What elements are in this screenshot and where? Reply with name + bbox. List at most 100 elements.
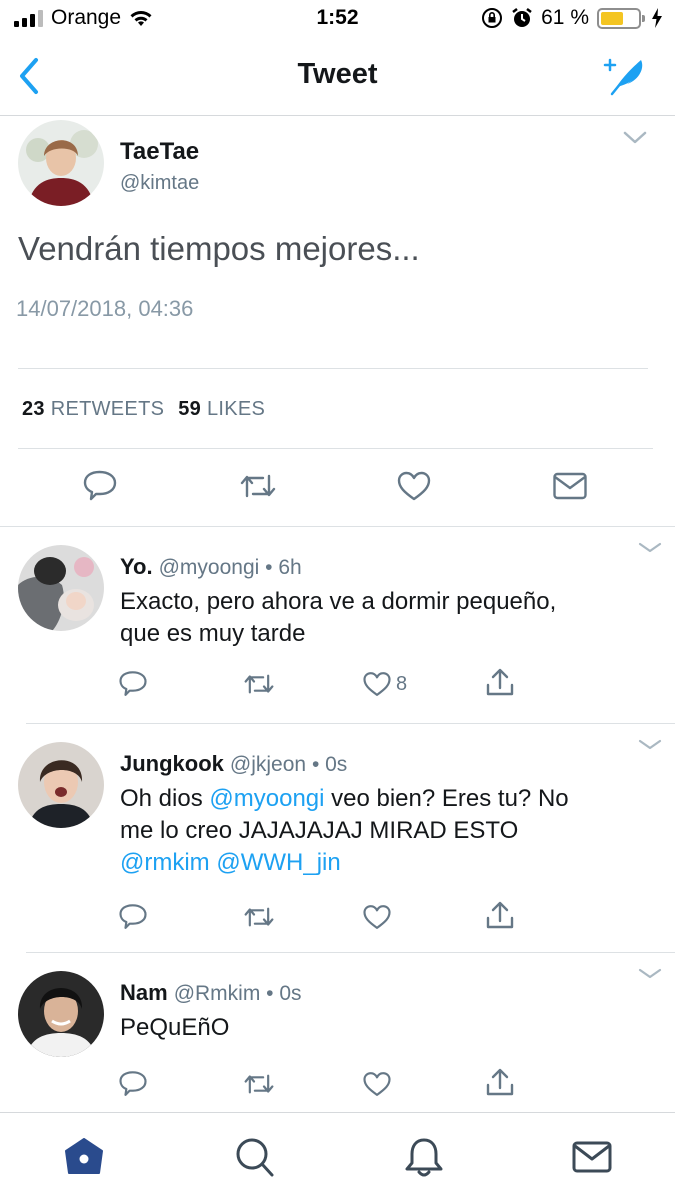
tweet-timestamp: 14/07/2018, 04:36 xyxy=(16,296,194,321)
share-button[interactable] xyxy=(484,667,516,699)
divider xyxy=(18,448,653,449)
reply-header: Nam @Rmkim • 0s xyxy=(120,980,302,1006)
status-bar-right: 61 % xyxy=(481,6,663,30)
home-icon[interactable] xyxy=(62,1135,106,1179)
share-button[interactable] xyxy=(484,1067,516,1099)
reply-text-line: me lo creo JAJAJAJAJ MIRAD ESTO xyxy=(120,817,519,844)
chevron-down-icon[interactable] xyxy=(622,130,648,146)
avatar[interactable] xyxy=(18,545,104,631)
reply-text-line: Exacto, pero ahora ve a dormir pequeño, xyxy=(120,588,557,615)
share-button[interactable] xyxy=(484,900,516,932)
share-icon xyxy=(486,901,514,929)
reply-text-line: PeQuEñO xyxy=(120,1014,230,1041)
envelope-icon xyxy=(553,472,587,500)
like-button[interactable] xyxy=(362,1069,396,1099)
like-button[interactable] xyxy=(396,468,432,504)
avatar-image xyxy=(18,742,104,828)
avatar-image xyxy=(18,545,104,631)
author-name[interactable]: Nam xyxy=(120,980,168,1005)
author-handle[interactable]: @Rmkim xyxy=(174,982,261,1005)
retweet-icon xyxy=(244,1074,274,1094)
notifications-bell-icon[interactable] xyxy=(402,1135,446,1179)
retweet-button[interactable] xyxy=(238,468,278,504)
reply-button[interactable] xyxy=(118,669,148,699)
retweets-count[interactable]: 23 xyxy=(22,398,45,420)
likes-label[interactable]: LIKES xyxy=(207,398,265,420)
retweet-icon xyxy=(244,674,274,694)
reply-header: Yo. @myoongi • 6h xyxy=(120,554,302,580)
author-handle[interactable]: @jkjeon xyxy=(230,753,306,776)
reply-time: • 6h xyxy=(265,556,302,579)
reply-text: Oh dios @myoongi veo bien? Eres tu? No m… xyxy=(120,783,640,879)
author-name[interactable]: Jungkook xyxy=(120,751,224,776)
avatar[interactable] xyxy=(18,742,104,828)
like-count: 8 xyxy=(396,672,408,695)
reply-button[interactable] xyxy=(118,1069,148,1099)
mention-link[interactable]: @WWH_jin xyxy=(216,849,340,876)
status-bar: Orange 1:52 61 % xyxy=(0,0,675,40)
chevron-down-icon[interactable] xyxy=(637,738,663,754)
avatar-image xyxy=(18,971,104,1057)
reply-text: Exacto, pero ahora ve a dormir pequeño, … xyxy=(120,586,640,650)
messages-envelope-icon[interactable] xyxy=(570,1135,614,1179)
rotation-lock-icon xyxy=(482,8,503,28)
retweets-label[interactable]: RETWEETS xyxy=(51,398,165,420)
chevron-down-icon[interactable] xyxy=(637,967,663,983)
like-button[interactable]: 8 xyxy=(362,669,407,699)
tweet-text: Vendrán tiempos mejores... xyxy=(18,230,420,267)
reply-bubble-icon xyxy=(119,671,147,696)
retweet-icon xyxy=(244,907,274,927)
tweet-stats: 23 RETWEETS 59 LIKES xyxy=(22,398,265,421)
likes-count[interactable]: 59 xyxy=(178,398,201,420)
reply-text-line: Oh dios @myoongi veo bien? Eres tu? No xyxy=(120,783,640,815)
author-name[interactable]: Yo. xyxy=(120,554,153,579)
chevron-down-icon[interactable] xyxy=(637,541,663,557)
share-icon xyxy=(486,1068,514,1096)
battery-fill xyxy=(601,11,623,25)
heart-icon xyxy=(397,471,431,501)
share-dm-button[interactable] xyxy=(552,470,588,502)
battery-percent: 61 % xyxy=(541,6,589,29)
heart-icon xyxy=(363,905,391,929)
mention-link[interactable]: @myoongi xyxy=(209,785,324,812)
page-title: Tweet xyxy=(297,58,378,90)
retweet-button[interactable] xyxy=(242,902,276,932)
divider xyxy=(26,723,675,724)
heart-icon xyxy=(363,1072,391,1096)
like-button[interactable] xyxy=(362,902,396,932)
reply-text-fragment: veo bien? Eres tu? No xyxy=(324,785,569,812)
author-handle[interactable]: @kimtae xyxy=(120,172,199,195)
reply-text: PeQuEñO xyxy=(120,1012,640,1044)
divider xyxy=(26,952,675,953)
reply-bubble-icon xyxy=(119,904,147,929)
section-divider xyxy=(0,526,675,527)
reply-text-line: @rmkim @WWH_jin xyxy=(120,847,640,879)
reply-button[interactable] xyxy=(118,902,148,932)
nav-bar: Tweet xyxy=(0,40,675,116)
reply-bubble-icon xyxy=(119,1071,147,1096)
avatar[interactable] xyxy=(18,120,104,206)
tab-bar xyxy=(0,1112,675,1200)
avatar-image xyxy=(18,120,104,206)
reply-header: Jungkook @jkjeon • 0s xyxy=(120,751,347,777)
reply-text-line: que es muy tarde xyxy=(120,620,306,647)
divider xyxy=(18,368,648,369)
reply-time: • 0s xyxy=(266,982,302,1005)
retweet-icon xyxy=(240,474,276,498)
reply-button[interactable] xyxy=(82,468,118,504)
search-icon[interactable] xyxy=(232,1135,276,1179)
heart-icon xyxy=(363,672,391,696)
share-icon xyxy=(486,668,514,696)
mention-link[interactable]: @rmkim xyxy=(120,849,210,876)
compose-feather-icon[interactable] xyxy=(601,54,649,98)
retweet-button[interactable] xyxy=(242,1069,276,1099)
charging-icon xyxy=(652,8,662,28)
alarm-icon xyxy=(512,8,532,27)
battery-icon xyxy=(597,7,645,29)
author-name[interactable]: TaeTae xyxy=(120,138,199,166)
author-handle[interactable]: @myoongi xyxy=(159,556,260,579)
retweet-button[interactable] xyxy=(242,669,276,699)
reply-text-fragment: Oh dios xyxy=(120,785,210,812)
reply-time: • 0s xyxy=(311,753,348,776)
avatar[interactable] xyxy=(18,971,104,1057)
